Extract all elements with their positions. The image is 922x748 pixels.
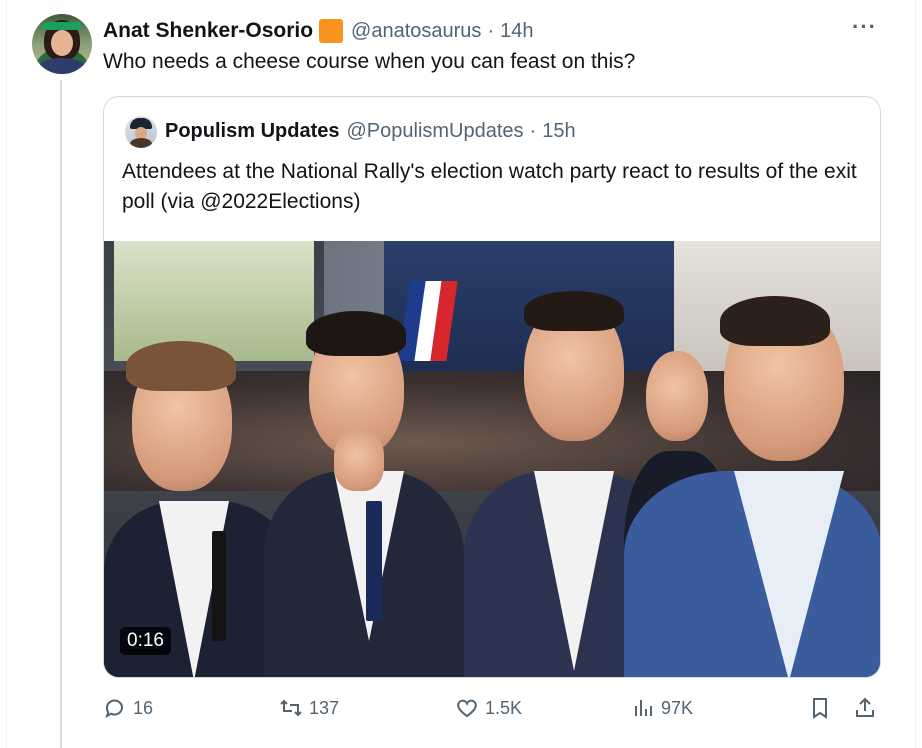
quoted-author-handle[interactable]: @PopulismUpdates	[346, 120, 523, 143]
tweet-text: Who needs a cheese course when you can f…	[103, 50, 636, 73]
quoted-separator-dot: ·	[529, 120, 537, 142]
author-handle[interactable]: @anatosaurus	[351, 20, 481, 43]
share-icon	[856, 697, 874, 717]
quoted-time[interactable]: 15h	[542, 120, 575, 143]
repost-button[interactable]: 137	[279, 696, 339, 720]
like-icon	[457, 699, 477, 718]
like-count: 1.5K	[485, 697, 523, 718]
bookmark-button[interactable]	[808, 696, 838, 720]
like-button[interactable]: 1.5K	[455, 696, 522, 720]
quoted-header: Populism Updates @PopulismUpdates · 15h	[165, 120, 576, 143]
share-button[interactable]	[853, 696, 883, 720]
quoted-author-avatar[interactable]	[125, 116, 157, 148]
quoted-tweet[interactable]: Populism Updates @PopulismUpdates · 15h …	[103, 96, 881, 678]
reply-icon	[105, 699, 123, 719]
author-name[interactable]: Anat Shenker-Osorio	[103, 19, 313, 43]
quoted-text: Attendees at the National Rally's electi…	[122, 160, 857, 213]
reply-count: 16	[133, 697, 154, 718]
video-thumbnail[interactable]	[104, 241, 880, 677]
repost-icon	[280, 699, 302, 717]
separator-dot: ·	[487, 19, 495, 42]
views-button[interactable]: 97K	[631, 696, 693, 720]
video-duration-badge: 0:16	[120, 627, 171, 655]
author-avatar[interactable]	[32, 14, 92, 74]
more-icon[interactable]: ···	[852, 16, 877, 38]
tweet-time[interactable]: 14h	[500, 20, 533, 43]
action-bar: 16 137 1.5K 97K	[103, 696, 883, 728]
verified-badge[interactable]	[319, 19, 344, 43]
bookmark-icon	[813, 698, 827, 719]
thread-line	[60, 80, 62, 748]
tweet-header: Anat Shenker-Osorio @anatosaurus · 14h	[103, 18, 533, 44]
views-count: 97K	[661, 697, 694, 718]
reply-button[interactable]: 16	[103, 696, 153, 720]
views-icon	[635, 700, 652, 716]
quoted-author-name[interactable]: Populism Updates	[165, 120, 339, 143]
repost-count: 137	[309, 697, 340, 718]
